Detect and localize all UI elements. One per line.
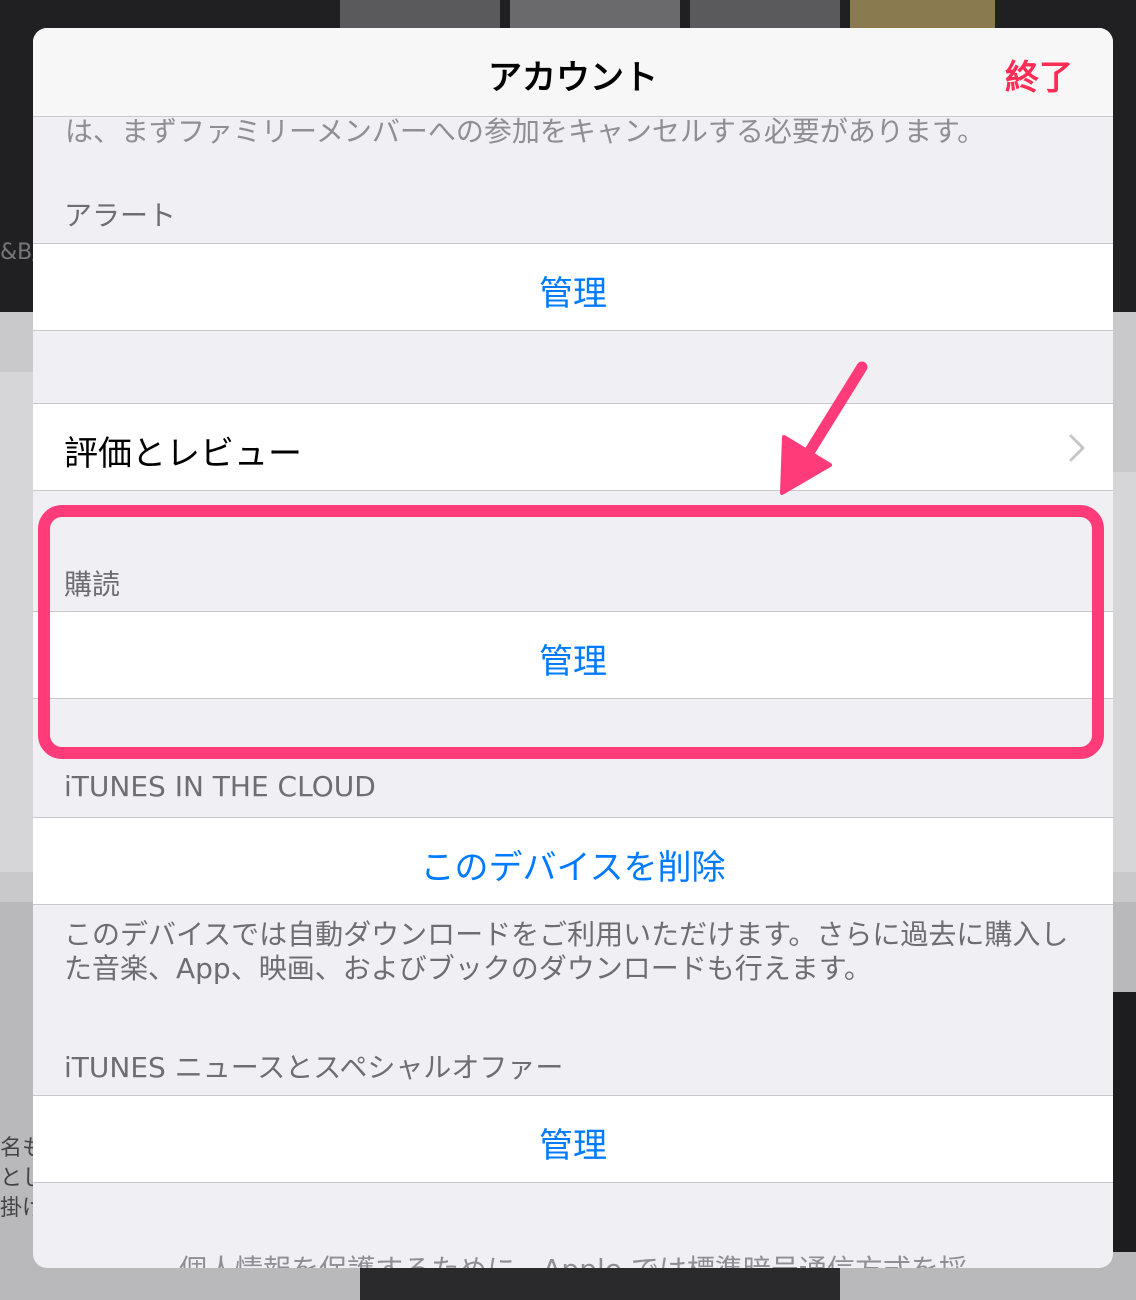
background-artwork: [340, 0, 500, 28]
itunes-cloud-note: このデバイスでは自動ダウンロードをご利用いただけます。さらに過去に購入した音楽、…: [64, 918, 1069, 985]
remove-device-label: このデバイスを削除: [420, 848, 726, 888]
background-artwork: [1113, 992, 1136, 1252]
ratings-reviews-label: 評価とレビュー: [64, 434, 302, 474]
itunes-news-manage-label: 管理: [539, 1126, 607, 1166]
section-header-itunes-cloud: iTUNES IN THE CLOUD: [64, 770, 376, 803]
section-header-itunes-news: iTUNES ニュースとスペシャルオファー: [64, 1051, 564, 1084]
background-card: [0, 372, 33, 872]
chevron-right-icon: [1069, 434, 1085, 462]
background-artwork: [850, 0, 995, 28]
arrow-icon: [780, 361, 868, 495]
alerts-manage-label: 管理: [539, 274, 607, 314]
navigation-bar: アカウント 終了: [33, 28, 1113, 117]
alerts-manage-cell[interactable]: 管理: [33, 243, 1113, 331]
privacy-note: 個人情報を保護するために、Apple では標準暗号通信方式を採: [33, 1248, 1113, 1268]
remove-device-cell[interactable]: このデバイスを削除: [33, 817, 1113, 905]
background-artwork: [510, 0, 680, 28]
itunes-news-manage-cell[interactable]: 管理: [33, 1095, 1113, 1183]
section-header-alerts: アラート: [64, 199, 177, 232]
done-button[interactable]: 終了: [1005, 50, 1073, 99]
annotation-highlight-box: [38, 505, 1104, 759]
page-title: アカウント: [488, 58, 658, 98]
background-card: [1113, 472, 1136, 872]
ratings-reviews-cell[interactable]: 評価とレビュー: [33, 403, 1113, 491]
background-artwork: [690, 0, 840, 28]
